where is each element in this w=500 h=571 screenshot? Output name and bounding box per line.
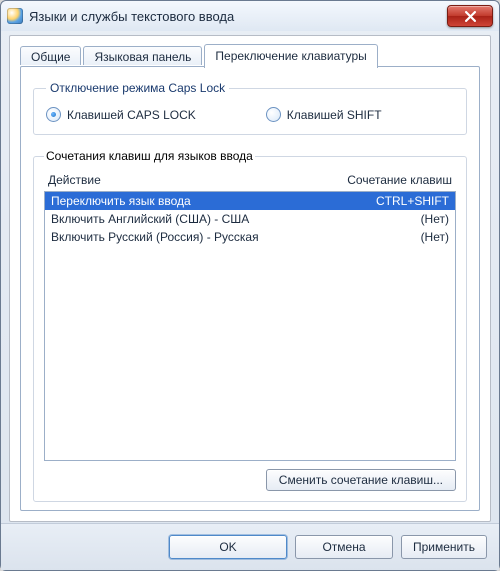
button-label: Применить: [413, 540, 475, 554]
row-shortcut: (Нет): [339, 230, 449, 244]
list-header: Действие Сочетание клавиш: [44, 171, 456, 191]
radio-dot-icon: [266, 107, 281, 122]
tab-page: Отключение режима Caps Lock Клавишей CAP…: [20, 66, 480, 511]
titlebar[interactable]: Языки и службы текстового ввода: [1, 1, 499, 31]
window-title: Языки и службы текстового ввода: [29, 9, 234, 24]
button-label: Сменить сочетание клавиш...: [279, 473, 443, 487]
dialog-footer: OK Отмена Применить: [1, 523, 499, 570]
row-action: Переключить язык ввода: [51, 194, 339, 208]
list-row[interactable]: Включить Английский (США) - США (Нет): [45, 210, 455, 228]
tab-label: Языковая панель: [94, 50, 191, 64]
close-icon: [465, 11, 476, 22]
hotkeys-legend: Сочетания клавиш для языков ввода: [44, 149, 255, 163]
client-area: Общие Языковая панель Переключение клави…: [9, 35, 491, 522]
tab-strip: Общие Языковая панель Переключение клави…: [20, 44, 480, 67]
app-icon: [7, 8, 23, 24]
tab-keyboard-switch[interactable]: Переключение клавиатуры: [204, 44, 377, 68]
col-action-header: Действие: [48, 173, 322, 187]
radio-label: Клавишей SHIFT: [287, 108, 382, 122]
tab-language-bar[interactable]: Языковая панель: [83, 46, 202, 65]
list-row[interactable]: Переключить язык ввода CTRL+SHIFT: [45, 192, 455, 210]
capslock-legend: Отключение режима Caps Lock: [46, 81, 229, 95]
cancel-button[interactable]: Отмена: [295, 535, 393, 559]
button-label: Отмена: [322, 540, 365, 554]
capslock-group: Отключение режима Caps Lock Клавишей CAP…: [33, 81, 467, 135]
row-shortcut: (Нет): [339, 212, 449, 226]
radio-shift[interactable]: Клавишей SHIFT: [266, 107, 382, 122]
apply-button[interactable]: Применить: [401, 535, 487, 559]
dialog-window: Языки и службы текстового ввода Общие Яз…: [0, 0, 500, 571]
ok-button[interactable]: OK: [169, 535, 287, 559]
row-action: Включить Русский (Россия) - Русская: [51, 230, 339, 244]
capslock-options: Клавишей CAPS LOCK Клавишей SHIFT: [46, 107, 454, 122]
row-shortcut: CTRL+SHIFT: [339, 194, 449, 208]
row-action: Включить Английский (США) - США: [51, 212, 339, 226]
close-button[interactable]: [447, 5, 493, 27]
hotkeys-list[interactable]: Переключить язык ввода CTRL+SHIFT Включи…: [44, 191, 456, 461]
col-shortcut-header: Сочетание клавиш: [322, 173, 452, 187]
radio-capslock[interactable]: Клавишей CAPS LOCK: [46, 107, 196, 122]
change-hotkey-button[interactable]: Сменить сочетание клавиш...: [266, 469, 456, 491]
radio-dot-icon: [46, 107, 61, 122]
tab-label: Переключение клавиатуры: [215, 49, 366, 63]
tab-general[interactable]: Общие: [20, 46, 81, 65]
tab-label: Общие: [31, 50, 70, 64]
hotkeys-group: Сочетания клавиш для языков ввода Действ…: [33, 149, 467, 502]
button-label: OK: [219, 540, 236, 554]
list-row[interactable]: Включить Русский (Россия) - Русская (Нет…: [45, 228, 455, 246]
radio-label: Клавишей CAPS LOCK: [67, 108, 196, 122]
